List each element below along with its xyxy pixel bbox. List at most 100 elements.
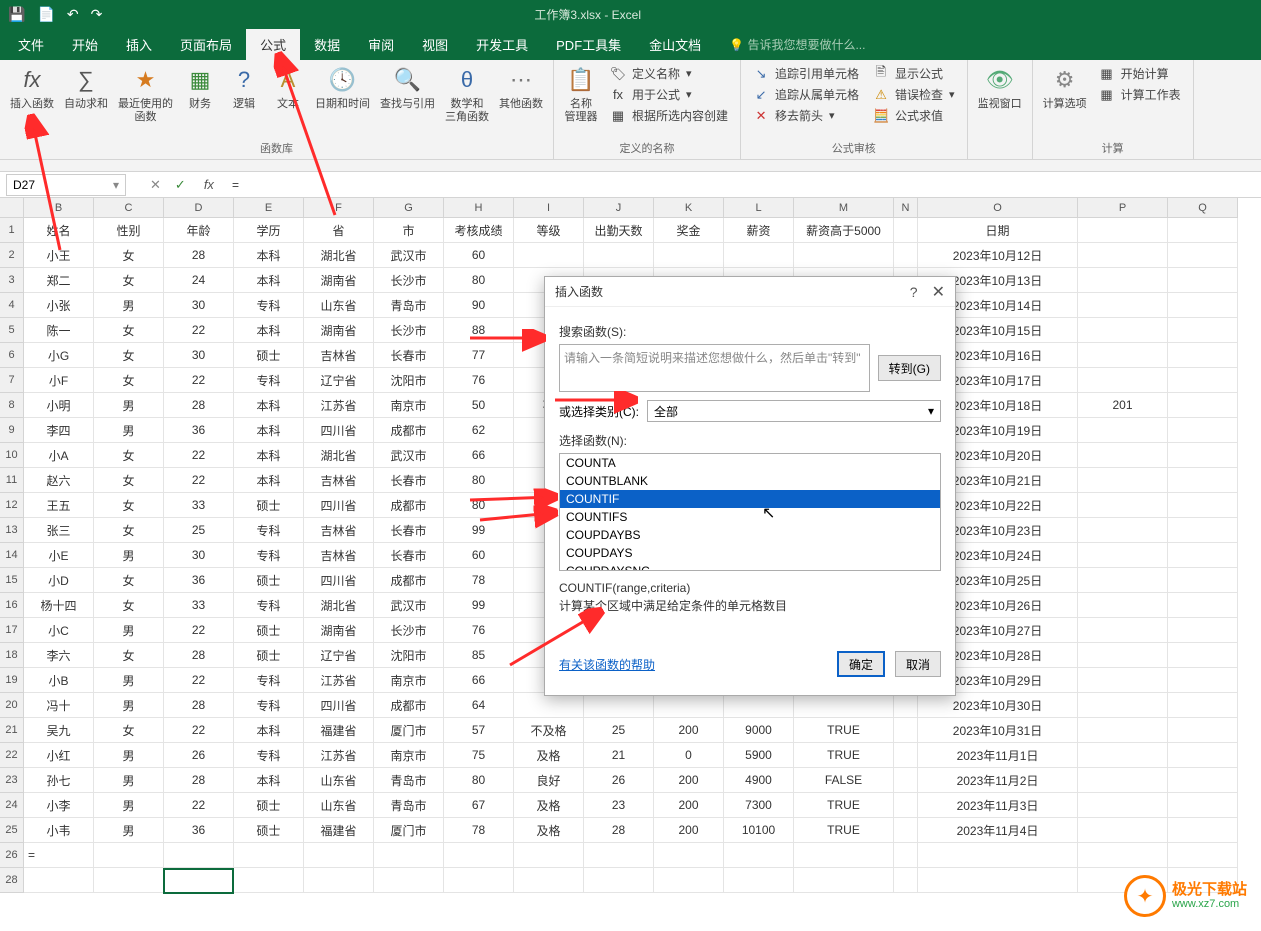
cell[interactable]: 200 — [654, 768, 724, 793]
row-header[interactable]: 13 — [0, 518, 23, 543]
cell[interactable]: 28 — [584, 818, 654, 843]
cell[interactable] — [1168, 393, 1238, 418]
column-header[interactable]: Q — [1168, 198, 1238, 217]
logical-button[interactable]: ?逻辑 — [223, 62, 265, 113]
cell[interactable]: 福建省 — [304, 818, 374, 843]
cell[interactable]: 26 — [164, 743, 234, 768]
cell[interactable]: 76 — [444, 618, 514, 643]
cell[interactable]: 小B — [24, 668, 94, 693]
cell[interactable]: 女 — [94, 518, 164, 543]
cell[interactable]: 9000 — [724, 718, 794, 743]
cell[interactable]: 小韦 — [24, 818, 94, 843]
header-cell[interactable]: 日期 — [918, 218, 1078, 243]
cell[interactable]: 200 — [654, 818, 724, 843]
cell[interactable] — [1168, 618, 1238, 643]
tell-me-input[interactable]: 💡 告诉我您想要做什么... — [729, 36, 865, 53]
cancel-formula-icon[interactable]: ✕ — [150, 177, 161, 193]
cell[interactable]: 2023年10月31日 — [918, 718, 1078, 743]
cell[interactable]: 男 — [94, 293, 164, 318]
cell[interactable]: TRUE — [794, 718, 894, 743]
cell[interactable]: TRUE — [794, 793, 894, 818]
cell[interactable]: 长沙市 — [374, 268, 444, 293]
cell[interactable]: 男 — [94, 418, 164, 443]
cell[interactable]: 75 — [444, 743, 514, 768]
lookup-button[interactable]: 🔍查找与引用 — [376, 62, 439, 113]
touch-mode-icon[interactable]: 📄 — [37, 6, 54, 23]
cell[interactable]: 10100 — [724, 818, 794, 843]
cell[interactable]: 78 — [444, 568, 514, 593]
cell[interactable]: 80 — [444, 768, 514, 793]
cell[interactable] — [1078, 268, 1168, 293]
row-header[interactable]: 16 — [0, 593, 23, 618]
cell[interactable]: 25 — [164, 518, 234, 543]
row-header[interactable]: 24 — [0, 793, 23, 818]
cell[interactable]: 南京市 — [374, 668, 444, 693]
cell[interactable]: 85 — [444, 643, 514, 668]
column-header[interactable]: M — [794, 198, 894, 217]
cell[interactable]: 成都市 — [374, 568, 444, 593]
cell[interactable]: 22 — [164, 318, 234, 343]
cell[interactable]: 四川省 — [304, 693, 374, 718]
cell[interactable]: 5900 — [724, 743, 794, 768]
cell[interactable]: 赵六 — [24, 468, 94, 493]
cell[interactable]: 张三 — [24, 518, 94, 543]
cell[interactable]: 小明 — [24, 393, 94, 418]
cell[interactable]: 男 — [94, 793, 164, 818]
cell[interactable]: 28 — [164, 693, 234, 718]
cell[interactable]: 成都市 — [374, 493, 444, 518]
cell[interactable] — [1168, 593, 1238, 618]
dialog-titlebar[interactable]: 插入函数 ? ✕ — [545, 277, 955, 307]
save-icon[interactable]: 💾 — [8, 6, 25, 23]
row-header[interactable]: 3 — [0, 268, 23, 293]
function-help-link[interactable]: 有关该函数的帮助 — [559, 656, 655, 673]
search-function-input[interactable]: 请输入一条简短说明来描述您想做什么，然后单击"转到" — [559, 344, 870, 392]
math-button[interactable]: θ数学和 三角函数 — [441, 62, 493, 126]
cell[interactable] — [894, 768, 918, 793]
cell[interactable]: 女 — [94, 643, 164, 668]
cell[interactable]: 2023年11月2日 — [918, 768, 1078, 793]
cell[interactable] — [1078, 693, 1168, 718]
cell[interactable]: 硕士 — [234, 643, 304, 668]
row-header[interactable]: 4 — [0, 293, 23, 318]
row-header[interactable]: 10 — [0, 443, 23, 468]
cell[interactable]: 武汉市 — [374, 443, 444, 468]
accept-formula-icon[interactable]: ✓ — [175, 177, 186, 193]
header-cell[interactable]: 薪资 — [724, 218, 794, 243]
cell[interactable] — [1078, 643, 1168, 668]
tab-wps[interactable]: 金山文档 — [635, 29, 715, 60]
cell[interactable]: 长春市 — [374, 468, 444, 493]
column-header[interactable]: L — [724, 198, 794, 217]
cell[interactable]: 专科 — [234, 518, 304, 543]
cell[interactable]: 李六 — [24, 643, 94, 668]
row-header[interactable]: 20 — [0, 693, 23, 718]
column-header[interactable]: I — [514, 198, 584, 217]
cell[interactable]: 女 — [94, 568, 164, 593]
cell[interactable]: 80 — [444, 468, 514, 493]
cell[interactable]: 50 — [444, 393, 514, 418]
cell[interactable] — [1168, 368, 1238, 393]
tab-home[interactable]: 开始 — [58, 29, 112, 60]
cell[interactable]: 57 — [444, 718, 514, 743]
cell[interactable] — [1168, 568, 1238, 593]
cell[interactable]: 26 — [584, 768, 654, 793]
cell[interactable] — [234, 843, 304, 868]
cell[interactable]: 青岛市 — [374, 793, 444, 818]
cell[interactable]: 辽宁省 — [304, 368, 374, 393]
select-all-corner[interactable] — [0, 198, 24, 218]
cell[interactable]: 硕士 — [234, 793, 304, 818]
cell[interactable]: 22 — [164, 793, 234, 818]
header-cell[interactable]: 省 — [304, 218, 374, 243]
cell[interactable]: 山东省 — [304, 293, 374, 318]
cell[interactable]: 22 — [164, 668, 234, 693]
tab-dev[interactable]: 开发工具 — [462, 29, 542, 60]
header-cell[interactable]: 等级 — [514, 218, 584, 243]
cell[interactable]: 四川省 — [304, 568, 374, 593]
cell[interactable]: 22 — [164, 468, 234, 493]
cell[interactable]: 小王 — [24, 243, 94, 268]
cell[interactable] — [724, 693, 794, 718]
cell[interactable]: 厦门市 — [374, 718, 444, 743]
cell[interactable]: 湖北省 — [304, 593, 374, 618]
tab-view[interactable]: 视图 — [408, 29, 462, 60]
cell[interactable] — [1078, 418, 1168, 443]
undo-icon[interactable]: ↶ — [67, 6, 79, 23]
